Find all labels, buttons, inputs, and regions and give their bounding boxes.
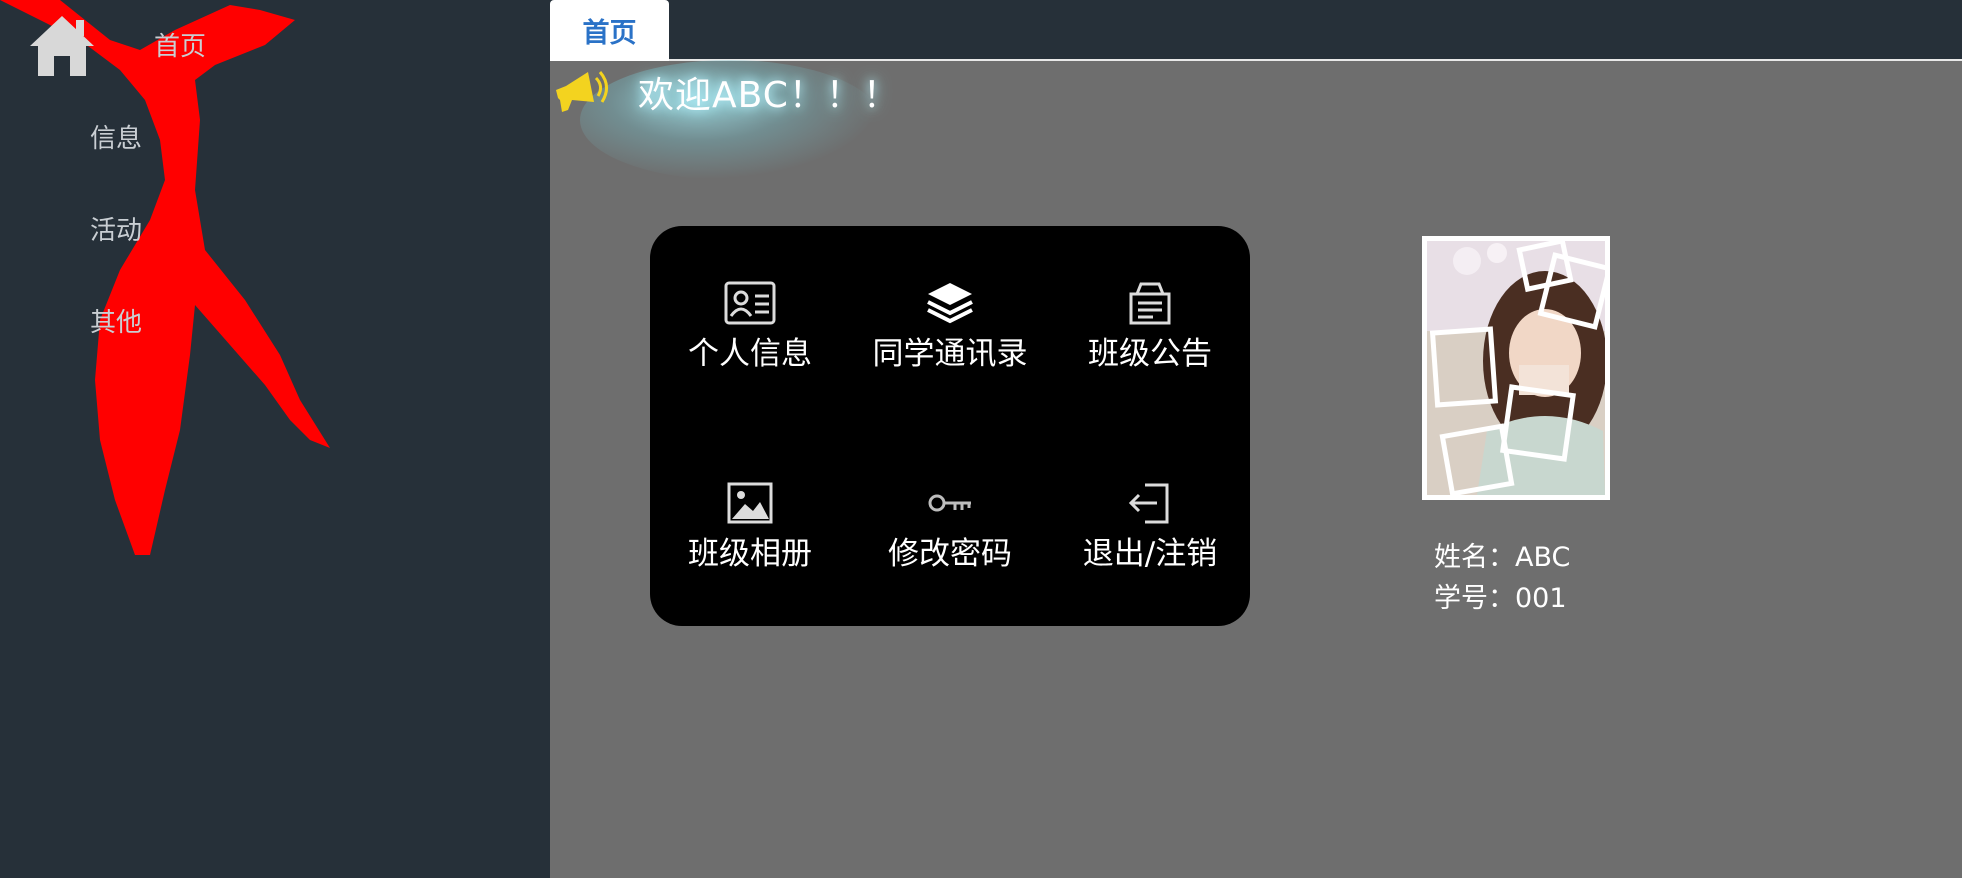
red-scarf-decoration — [0, 0, 330, 555]
logout-icon — [1128, 483, 1169, 524]
menu-label: 班级公告 — [1088, 336, 1212, 372]
sidebar-item-activity[interactable]: 活动 — [90, 210, 142, 247]
menu-label: 修改密码 — [888, 536, 1012, 572]
menu-item-announcement[interactable]: 班级公告 — [1050, 280, 1250, 373]
function-menu-panel: 个人信息 同学通讯录 班级公告 班级相册 修改密码 退出/注销 — [650, 226, 1250, 626]
menu-item-contacts[interactable]: 同学通讯录 — [850, 280, 1050, 373]
menu-item-album[interactable]: 班级相册 — [650, 480, 850, 573]
home-icon[interactable] — [28, 12, 96, 80]
menu-item-logout[interactable]: 退出/注销 — [1050, 480, 1250, 573]
megaphone-icon — [556, 71, 608, 112]
id-card-icon — [724, 281, 776, 325]
menu-label: 个人信息 — [688, 336, 812, 372]
layers-icon — [927, 283, 973, 324]
menu-item-personal-info[interactable]: 个人信息 — [650, 280, 850, 373]
menu-label: 退出/注销 — [1082, 536, 1218, 572]
notice-board-icon — [1129, 282, 1171, 325]
welcome-message: 欢迎ABC！！！ — [638, 75, 900, 116]
menu-label: 同学通讯录 — [872, 336, 1028, 372]
profile-photo — [1422, 236, 1610, 500]
tab-home[interactable]: 首页 — [550, 0, 669, 61]
menu-label: 班级相册 — [688, 536, 812, 572]
profile-student-id: 学号：001 — [1434, 583, 1567, 614]
key-icon — [928, 494, 971, 512]
profile-photo-image — [1427, 241, 1605, 495]
profile-name: 姓名：ABC — [1434, 542, 1571, 573]
sidebar-item-other[interactable]: 其他 — [90, 302, 142, 339]
sidebar-item-home[interactable]: 首页 — [154, 26, 206, 63]
sidebar-item-info[interactable]: 信息 — [90, 118, 142, 155]
menu-item-change-password[interactable]: 修改密码 — [850, 480, 1050, 573]
tab-bar: 首页 — [550, 0, 1962, 61]
picture-icon — [727, 482, 773, 524]
sidebar: 首页 信息 活动 其他 — [0, 0, 550, 878]
